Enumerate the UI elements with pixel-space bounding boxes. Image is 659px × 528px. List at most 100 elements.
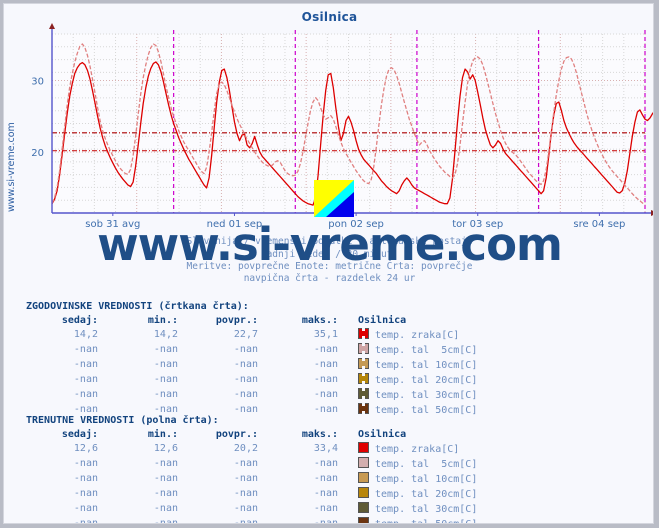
cell-povpr: -nan — [233, 344, 258, 355]
svg-text:sob 31 avg: sob 31 avg — [85, 219, 140, 230]
table-row: 12,6 12,6 20,2 33,4 temp. zraka[C] — [26, 441, 485, 456]
legend-color-swatch — [358, 517, 369, 523]
legend-color-swatch — [358, 457, 369, 468]
cell-maks: -nan — [313, 374, 338, 385]
legend-color-swatch — [358, 487, 369, 498]
cell-series-label: temp. tal 30cm[C] — [346, 501, 485, 516]
cell-series-label: temp. tal 20cm[C] — [346, 486, 485, 501]
legend-label: temp. tal 30cm[C] — [375, 504, 478, 515]
cell-sedaj: -nan — [73, 473, 98, 484]
legend-color-swatch — [358, 442, 369, 453]
cell-sedaj: 12,6 — [73, 443, 98, 454]
col-min: min.: — [147, 315, 178, 326]
cell-sedaj: -nan — [73, 458, 98, 469]
cell-min: -nan — [153, 374, 178, 385]
cell-maks: -nan — [313, 389, 338, 400]
cell-povpr: -nan — [233, 458, 258, 469]
legend-color-swatch — [358, 373, 369, 384]
footnote-line-2: zadnji teden / 30 minut. — [260, 249, 399, 260]
current-values-block: TRENUTNE VREDNOSTI (polna črta): sedaj: … — [26, 415, 485, 524]
cell-maks: -nan — [313, 473, 338, 484]
legend-color-swatch — [358, 343, 369, 354]
col-min: min.: — [147, 429, 178, 440]
col-maks: maks.: — [301, 315, 338, 326]
legend-label: temp. tal 5cm[C] — [375, 345, 478, 356]
cell-maks: -nan — [313, 518, 338, 524]
historic-values-title: ZGODOVINSKE VREDNOSTI (črtkana črta): — [26, 301, 249, 312]
table-row: -nan -nan -nan -nan temp. tal 30cm[C] — [26, 501, 485, 516]
cell-min: 14,2 — [153, 329, 178, 340]
cell-maks: -nan — [313, 344, 338, 355]
cell-series-label: temp. tal 5cm[C] — [346, 456, 485, 471]
cell-povpr: -nan — [233, 473, 258, 484]
svg-text:tor 03 sep: tor 03 sep — [452, 219, 503, 230]
cell-povpr: -nan — [233, 359, 258, 370]
col-povpr: povpr.: — [215, 429, 258, 440]
cell-min: -nan — [153, 473, 178, 484]
cell-min: -nan — [153, 488, 178, 499]
legend-label: temp. tal 5cm[C] — [375, 459, 478, 470]
legend-color-swatch — [358, 328, 369, 339]
legend-label: temp. tal 50cm[C] — [375, 519, 477, 523]
cell-povpr: 22,7 — [233, 329, 258, 340]
legend-color-swatch — [358, 403, 369, 414]
legend-color-swatch — [358, 358, 369, 369]
cell-maks: -nan — [313, 458, 338, 469]
cell-series-label: temp. tal 5cm[C] — [346, 342, 485, 357]
footnote-line-1: Slovenija / vremenski podatki - avtomats… — [186, 236, 473, 247]
si-vreme-flag-logo — [314, 180, 354, 217]
cell-min: -nan — [153, 458, 178, 469]
legend-label: temp. zraka[C] — [375, 330, 460, 341]
table-row: -nan -nan -nan -nan temp. tal 5cm[C] — [26, 342, 485, 357]
table-row: -nan -nan -nan -nan temp. tal 20cm[C] — [26, 372, 485, 387]
cell-maks: 33,4 — [313, 443, 338, 454]
table-row: -nan -nan -nan -nan temp. tal 5cm[C] — [26, 456, 485, 471]
cell-series-label: temp. tal 50cm[C] — [346, 516, 485, 523]
svg-text:20: 20 — [31, 148, 44, 159]
cell-povpr: -nan — [233, 374, 258, 385]
svg-text:sre 04 sep: sre 04 sep — [573, 219, 625, 230]
legend-label: temp. tal 30cm[C] — [375, 390, 478, 401]
cell-series-label: temp. tal 30cm[C] — [346, 387, 485, 402]
col-sedaj: sedaj: — [61, 429, 98, 440]
legend-label: temp. tal 20cm[C] — [375, 375, 478, 386]
svg-text:pon 02 sep: pon 02 sep — [328, 219, 384, 230]
legend-color-swatch — [358, 502, 369, 513]
cell-min: 12,6 — [153, 443, 178, 454]
current-values-table: sedaj: min.: povpr.: maks.: Osilnica 12,… — [26, 429, 485, 524]
table-row: -nan -nan -nan -nan temp. tal 50cm[C] — [26, 516, 485, 524]
table-row: -nan -nan -nan -nan temp. tal 10cm[C] — [26, 471, 485, 486]
cell-povpr: -nan — [233, 503, 258, 514]
cell-series-label: temp. zraka[C] — [346, 441, 485, 456]
table-row: 14,2 14,2 22,7 35,1 temp. zraka[C] — [26, 327, 485, 342]
legend-label: temp. tal 10cm[C] — [375, 474, 478, 485]
legend-label: temp. tal 10cm[C] — [375, 360, 478, 371]
legend-color-swatch — [358, 472, 369, 483]
footnote-line-4: navpična črta - razdelek 24 ur — [243, 273, 416, 284]
weather-chart-page: Osilnica www.si-vreme.com 20 30 sob 31 avg… — [3, 3, 654, 524]
table-row: -nan -nan -nan -nan temp. tal 20cm[C] — [26, 486, 485, 501]
cell-maks: 35,1 — [313, 329, 338, 340]
col-station: Osilnica — [358, 429, 407, 440]
legend-label: temp. zraka[C] — [375, 444, 460, 455]
current-values-title: TRENUTNE VREDNOSTI (polna črta): — [26, 415, 219, 426]
table-row: -nan -nan -nan -nan temp. tal 30cm[C] — [26, 387, 485, 402]
cell-sedaj: -nan — [73, 503, 98, 514]
cell-sedaj: 14,2 — [73, 329, 98, 340]
cell-series-label: temp. tal 10cm[C] — [346, 357, 485, 372]
svg-text:ned 01 sep: ned 01 sep — [207, 219, 263, 230]
cell-sedaj: -nan — [73, 389, 98, 400]
historic-values-table: sedaj: min.: povpr.: maks.: Osilnica 14,… — [26, 315, 485, 417]
cell-maks: -nan — [313, 359, 338, 370]
cell-series-label: temp. tal 20cm[C] — [346, 372, 485, 387]
legend-color-swatch — [358, 388, 369, 399]
cell-povpr: -nan — [233, 389, 258, 400]
cell-series-label: temp. zraka[C] — [346, 327, 485, 342]
cell-sedaj: -nan — [73, 518, 98, 524]
cell-min: -nan — [153, 344, 178, 355]
cell-povpr: 20,2 — [233, 443, 258, 454]
cell-min: -nan — [153, 389, 178, 400]
cell-min: -nan — [153, 518, 178, 524]
cell-povpr: -nan — [233, 488, 258, 499]
footnote-line-3: Meritve: povprečne Enote: metrične Črta:… — [186, 261, 473, 272]
